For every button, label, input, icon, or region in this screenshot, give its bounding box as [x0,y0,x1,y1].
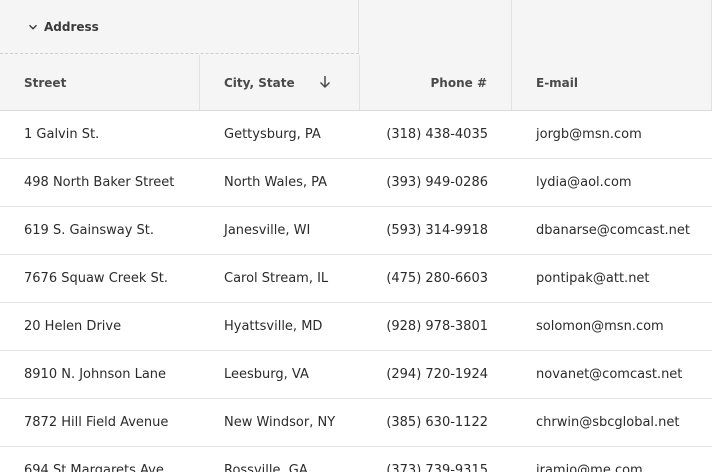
chevron-down-icon[interactable] [26,20,40,34]
email-cell[interactable]: lydia@aol.com [536,159,632,206]
street-cell[interactable]: 7676 Squaw Creek St. [24,255,168,302]
table-row[interactable]: 7872 Hill Field Avenue New Windsor, NY (… [0,399,712,447]
group-header-empty-cell [360,0,512,55]
email-cell[interactable]: dbanarse@comcast.net [536,207,690,254]
phone-cell[interactable]: (385) 630-1122 [360,399,488,446]
column-header-row: Street City, State Phone # E-mail [0,55,712,111]
phone-cell[interactable]: (373) 739-9315 [360,447,488,472]
city-state-cell[interactable]: Carol Stream, IL [224,255,328,302]
grid-body: 1 Galvin St. Gettysburg, PA (318) 438-40… [0,111,712,472]
column-header-label: Street [24,75,67,90]
city-state-cell[interactable]: Janesville, WI [224,207,310,254]
table-row[interactable]: 498 North Baker Street North Wales, PA (… [0,159,712,207]
email-cell[interactable]: jramio@me.com [536,447,643,472]
group-header-empty-cell [512,0,712,55]
column-header-email[interactable]: E-mail [512,55,712,110]
phone-cell[interactable]: (393) 949-0286 [360,159,488,206]
column-header-label: E-mail [536,75,579,90]
table-row[interactable]: 7676 Squaw Creek St. Carol Stream, IL (4… [0,255,712,303]
phone-cell[interactable]: (593) 314-9918 [360,207,488,254]
city-state-cell[interactable]: North Wales, PA [224,159,327,206]
table-row[interactable]: 20 Helen Drive Hyattsville, MD (928) 978… [0,303,712,351]
address-group-label: Address [44,19,99,34]
street-cell[interactable]: 619 S. Gainsway St. [24,207,154,254]
address-group-header[interactable]: Address [0,0,359,54]
city-state-cell[interactable]: Gettysburg, PA [224,111,321,158]
street-cell[interactable]: 8910 N. Johnson Lane [24,351,166,398]
table-row[interactable]: 1 Galvin St. Gettysburg, PA (318) 438-40… [0,111,712,159]
phone-cell[interactable]: (475) 280-6603 [360,255,488,302]
city-state-cell[interactable]: Rossville, GA [224,447,308,472]
phone-cell[interactable]: (318) 438-4035 [360,111,488,158]
phone-cell[interactable]: (928) 978-3801 [360,303,488,350]
street-cell[interactable]: 694 St Margarets Ave. [24,447,168,472]
street-cell[interactable]: 20 Helen Drive [24,303,121,350]
street-cell[interactable]: 7872 Hill Field Avenue [24,399,168,446]
street-cell[interactable]: 1 Galvin St. [24,111,99,158]
email-cell[interactable]: novanet@comcast.net [536,351,682,398]
email-cell[interactable]: chrwin@sbcglobal.net [536,399,680,446]
email-cell[interactable]: pontipak@att.net [536,255,650,302]
column-header-label: Phone # [430,75,488,90]
column-header-label: City, State [224,75,295,90]
city-state-cell[interactable]: New Windsor, NY [224,399,335,446]
column-group-header-row: Address [0,0,712,55]
arrow-down-icon[interactable] [317,74,333,90]
phone-cell[interactable]: (294) 720-1924 [360,351,488,398]
table-row[interactable]: 8910 N. Johnson Lane Leesburg, VA (294) … [0,351,712,399]
table-row[interactable]: 694 St Margarets Ave. Rossville, GA (373… [0,447,712,472]
address-data-grid: Address Street City, State Phone # E-mai… [0,0,712,472]
street-cell[interactable]: 498 North Baker Street [24,159,174,206]
email-cell[interactable]: solomon@msn.com [536,303,664,350]
column-header-city-state[interactable]: City, State [200,55,360,110]
city-state-cell[interactable]: Hyattsville, MD [224,303,322,350]
city-state-cell[interactable]: Leesburg, VA [224,351,309,398]
email-cell[interactable]: jorgb@msn.com [536,111,642,158]
table-row[interactable]: 619 S. Gainsway St. Janesville, WI (593)… [0,207,712,255]
column-header-street[interactable]: Street [0,55,200,110]
column-header-phone[interactable]: Phone # [360,55,512,110]
